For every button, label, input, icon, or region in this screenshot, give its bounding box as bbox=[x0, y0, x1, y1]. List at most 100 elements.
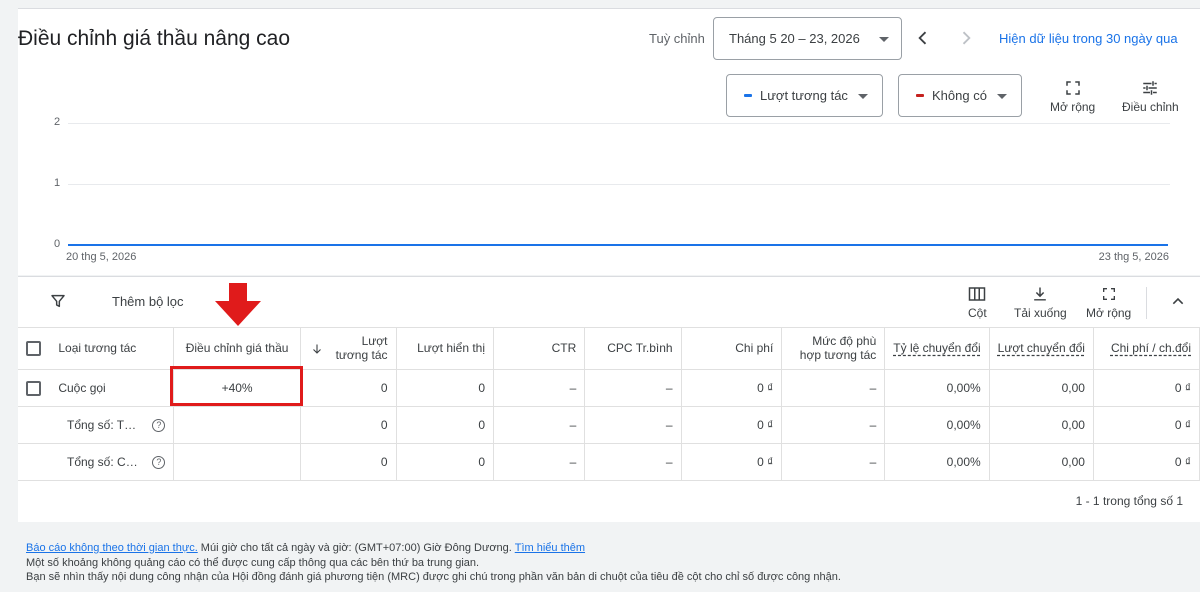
bid-adjustment-cell bbox=[173, 443, 301, 481]
select-all-checkbox[interactable] bbox=[26, 341, 41, 356]
collapse-table-button[interactable] bbox=[1170, 293, 1186, 314]
row-checkbox[interactable] bbox=[26, 380, 41, 396]
conversions-cell: 0,00 bbox=[989, 406, 1094, 444]
ctr-cell: – bbox=[493, 443, 586, 481]
avg-cpc-cell: – bbox=[584, 443, 682, 481]
header-bid-adjustment[interactable]: Điều chỉnh giá thầu bbox=[173, 327, 301, 370]
row-label-cell: Tổng số: Chiến dịch ? bbox=[18, 443, 175, 481]
columns-button[interactable]: Cột bbox=[968, 286, 987, 320]
date-range-type-label: Tuỳ chỉnh bbox=[649, 31, 705, 46]
line-chart: 2 1 0 20 thg 5, 2026 23 thg 5, 2026 bbox=[18, 109, 1200, 269]
header-interactions[interactable]: Lượt tương tác bbox=[300, 327, 397, 370]
conversions-cell: 0,00 bbox=[989, 369, 1094, 407]
cost-cell: 0 ₫ bbox=[681, 406, 783, 444]
chevron-down-icon bbox=[879, 37, 889, 42]
header-impressions[interactable]: Lượt hiển thị bbox=[396, 327, 495, 370]
pagination-info: 1 - 1 trong tổng số 1 bbox=[1075, 494, 1183, 508]
footer-line-3: Bạn sẽ nhìn thấy nội dung công nhận của … bbox=[26, 571, 841, 583]
header-cost[interactable]: Chi phí bbox=[681, 327, 783, 370]
avg-cpc-cell: – bbox=[584, 406, 682, 444]
ctr-cell: – bbox=[493, 406, 586, 444]
date-range-value: Tháng 5 20 – 23, 2026 bbox=[729, 31, 860, 46]
red-arrow-down-icon bbox=[215, 283, 261, 326]
header-interaction-relevance[interactable]: Mức độ phù hợp tương tác bbox=[781, 327, 886, 370]
metric-1-label: Lượt tương tác bbox=[760, 88, 848, 103]
interactions-cell: 0 bbox=[300, 443, 397, 481]
learn-more-link[interactable]: Tìm hiểu thêm bbox=[515, 542, 585, 554]
header-interaction-type[interactable]: Loại tương tác bbox=[18, 327, 175, 370]
series-color-swatch bbox=[916, 94, 924, 97]
non-realtime-report-link[interactable]: Báo cáo không theo thời gian thực. bbox=[26, 542, 198, 554]
sort-arrow-down-icon bbox=[312, 344, 321, 354]
chevron-down-icon bbox=[858, 94, 868, 99]
cost-per-conversion-cell: 0 ₫ bbox=[1093, 406, 1200, 444]
previous-period-button[interactable] bbox=[911, 26, 935, 50]
columns-icon bbox=[969, 287, 986, 301]
header-cost-per-conversion[interactable]: Chi phí / ch.đổi bbox=[1093, 327, 1200, 370]
row-label-cell: Cuộc gọi bbox=[18, 369, 175, 407]
x-tick-label: 23 thg 5, 2026 bbox=[1098, 251, 1169, 263]
grid-line bbox=[68, 184, 1170, 185]
conversions-cell: 0,00 bbox=[989, 443, 1094, 481]
series-color-swatch bbox=[744, 94, 752, 97]
page-title: Điều chỉnh giá thầu nâng cao bbox=[18, 27, 291, 50]
table-expand-button[interactable]: Mở rộng bbox=[1086, 286, 1131, 320]
help-icon[interactable]: ? bbox=[152, 418, 166, 432]
bid-adjustment-cell bbox=[173, 406, 301, 444]
y-tick-label: 0 bbox=[54, 238, 61, 250]
conversion-rate-cell: 0,00% bbox=[884, 406, 990, 444]
grid-line bbox=[68, 123, 1170, 124]
metric-2-label: Không có bbox=[932, 88, 987, 103]
table-header-row: Loại tương tác Điều chỉnh giá thầu Lượt … bbox=[18, 327, 1200, 370]
row-label-cell: Tổng số: Tương tác ? bbox=[18, 406, 175, 444]
footer-notes: Báo cáo không theo thời gian thực. Múi g… bbox=[26, 541, 841, 585]
add-filter-button[interactable]: Thêm bộ lọc bbox=[112, 294, 184, 309]
interactions-cell: 0 bbox=[300, 406, 397, 444]
cost-per-conversion-cell: 0 ₫ bbox=[1093, 443, 1200, 481]
impressions-cell: 0 bbox=[396, 443, 495, 481]
impressions-cell: 0 bbox=[396, 369, 495, 407]
next-period-button[interactable] bbox=[954, 26, 978, 50]
avg-cpc-cell: – bbox=[584, 369, 682, 407]
toolbar-divider bbox=[1146, 287, 1147, 319]
fullscreen-icon bbox=[1065, 81, 1080, 95]
cost-cell: 0 ₫ bbox=[681, 443, 783, 481]
impressions-cell: 0 bbox=[396, 406, 495, 444]
header-ctr[interactable]: CTR bbox=[493, 327, 586, 370]
relevance-cell: – bbox=[781, 406, 886, 444]
filter-icon bbox=[51, 294, 65, 308]
header-avg-cpc[interactable]: CPC Tr.bình bbox=[584, 327, 682, 370]
highlight-annotation-box bbox=[170, 366, 303, 406]
x-tick-label: 20 thg 5, 2026 bbox=[66, 251, 137, 263]
chevron-left-icon bbox=[918, 31, 927, 45]
cost-cell: 0 ₫ bbox=[681, 369, 783, 407]
tune-icon bbox=[1143, 81, 1158, 95]
ctr-cell: – bbox=[493, 369, 586, 407]
conversion-rate-cell: 0,00% bbox=[884, 443, 990, 481]
interactions-cell: 0 bbox=[300, 369, 397, 407]
chevron-right-icon bbox=[962, 31, 971, 45]
help-icon[interactable]: ? bbox=[152, 455, 166, 469]
last-30-days-link[interactable]: Hiện dữ liệu trong 30 ngày qua bbox=[999, 31, 1178, 46]
filter-button[interactable] bbox=[50, 293, 66, 314]
cost-per-conversion-cell: 0 ₫ bbox=[1093, 369, 1200, 407]
footer-line-2: Một số khoảng không quảng cáo có thể đượ… bbox=[26, 556, 480, 569]
y-tick-label: 2 bbox=[54, 116, 61, 128]
download-icon bbox=[1034, 287, 1047, 301]
header-conversions[interactable]: Lượt chuyển đổi bbox=[989, 327, 1094, 370]
chevron-up-icon bbox=[1172, 297, 1184, 305]
conversion-rate-cell: 0,00% bbox=[884, 369, 990, 407]
fullscreen-icon bbox=[1102, 288, 1115, 300]
date-range-select[interactable]: Tháng 5 20 – 23, 2026 bbox=[713, 17, 902, 60]
relevance-cell: – bbox=[781, 443, 886, 481]
chevron-down-icon bbox=[997, 94, 1007, 99]
table-total-row: Tổng số: Chiến dịch ? 0 0 – – 0 ₫ – 0,00… bbox=[18, 443, 1200, 481]
relevance-cell: – bbox=[781, 369, 886, 407]
table-total-row: Tổng số: Tương tác ? 0 0 – – 0 ₫ – 0,00%… bbox=[18, 406, 1200, 444]
download-button[interactable]: Tải xuống bbox=[1014, 286, 1067, 320]
y-tick-label: 1 bbox=[54, 177, 61, 189]
footer-line-1: Báo cáo không theo thời gian thực. Múi g… bbox=[26, 542, 586, 554]
chart-card: Điều chỉnh giá thầu nâng cao Tuỳ chỉnh T… bbox=[18, 8, 1200, 275]
series-line-luot-tuong-tac bbox=[68, 244, 1168, 246]
header-conversion-rate[interactable]: Tỷ lệ chuyển đổi bbox=[884, 327, 990, 370]
